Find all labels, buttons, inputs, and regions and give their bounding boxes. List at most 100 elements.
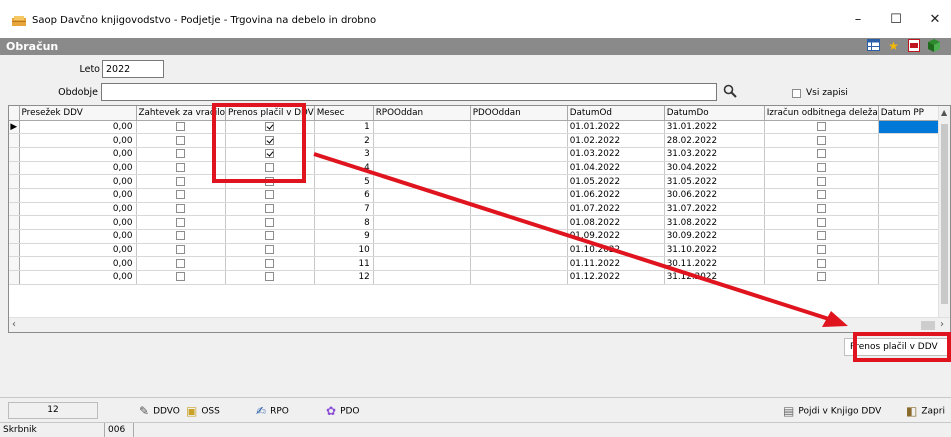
prenos-checkbox[interactable] bbox=[265, 203, 275, 213]
cell-prenos[interactable] bbox=[225, 270, 315, 285]
col-header[interactable]: Mesec bbox=[314, 106, 374, 121]
cell-presezek[interactable]: 0,00 bbox=[19, 229, 137, 244]
cell-zahtevek[interactable] bbox=[136, 215, 226, 230]
cell-presezek[interactable]: 0,00 bbox=[19, 243, 137, 258]
cell-pdooddan[interactable] bbox=[470, 133, 568, 148]
izracun-checkbox[interactable] bbox=[816, 231, 826, 241]
cell-datumod[interactable]: 01.03.2022 bbox=[567, 147, 665, 162]
row-indicator[interactable] bbox=[9, 174, 20, 189]
cell-pdooddan[interactable] bbox=[470, 202, 568, 217]
table-row[interactable]: 0,00 4 01.04.2022 30.04.2022 bbox=[9, 161, 946, 176]
cell-datumpp[interactable] bbox=[878, 229, 946, 244]
cell-pdooddan[interactable] bbox=[470, 188, 568, 203]
cell-presezek[interactable]: 0,00 bbox=[19, 161, 137, 176]
col-header[interactable]: PDOOddan bbox=[470, 106, 568, 121]
prenos-checkbox[interactable] bbox=[265, 190, 275, 200]
exit-icon[interactable] bbox=[926, 39, 941, 53]
cell-mesec[interactable]: 6 bbox=[314, 188, 374, 203]
cell-datumpp[interactable] bbox=[878, 243, 946, 258]
row-indicator[interactable]: ▶ bbox=[9, 120, 20, 135]
row-indicator[interactable] bbox=[9, 215, 20, 230]
grid-icon[interactable] bbox=[866, 39, 881, 53]
cell-mesec[interactable]: 11 bbox=[314, 256, 374, 272]
maximize-icon[interactable]: ☐ bbox=[886, 10, 906, 30]
cell-mesec[interactable]: 4 bbox=[314, 161, 374, 176]
table-row[interactable]: 0,00 8 01.08.2022 31.08.2022 bbox=[9, 215, 946, 230]
cell-rpooddan[interactable] bbox=[373, 243, 471, 258]
scroll-right-icon[interactable]: › bbox=[940, 319, 944, 330]
horizontal-scroll-thumb[interactable] bbox=[921, 321, 935, 330]
cell-datumdo[interactable]: 28.02.2022 bbox=[664, 133, 765, 148]
cell-datumpp[interactable] bbox=[878, 120, 946, 135]
cell-mesec[interactable]: 3 bbox=[314, 147, 374, 162]
cell-rpooddan[interactable] bbox=[373, 256, 471, 272]
cell-rpooddan[interactable] bbox=[373, 174, 471, 189]
zahtevek-checkbox[interactable] bbox=[176, 162, 186, 172]
izracun-checkbox[interactable] bbox=[816, 190, 826, 200]
cell-datumpp[interactable] bbox=[878, 174, 946, 189]
cell-rpooddan[interactable] bbox=[373, 215, 471, 230]
prenos-checkbox[interactable] bbox=[265, 217, 275, 227]
cell-rpooddan[interactable] bbox=[373, 133, 471, 148]
izracun-checkbox[interactable] bbox=[816, 272, 826, 282]
cell-rpooddan[interactable] bbox=[373, 202, 471, 217]
cell-pdooddan[interactable] bbox=[470, 161, 568, 176]
cell-zahtevek[interactable] bbox=[136, 270, 226, 285]
cell-pdooddan[interactable] bbox=[470, 270, 568, 285]
cell-izracun[interactable] bbox=[764, 215, 879, 230]
row-indicator[interactable] bbox=[9, 133, 20, 148]
col-header[interactable]: Presežek DDV bbox=[19, 106, 137, 121]
go-to-ddv-book-button[interactable]: ▤ Pojdi v Knjigo DDV bbox=[783, 403, 881, 419]
zahtevek-checkbox[interactable] bbox=[176, 149, 186, 159]
rpo-button[interactable]: ✍ RPO bbox=[256, 403, 289, 419]
vertical-scrollbar[interactable]: ▲ bbox=[938, 106, 950, 318]
cell-datumdo[interactable]: 31.05.2022 bbox=[664, 174, 765, 189]
cell-datumpp[interactable] bbox=[878, 215, 946, 230]
cell-datumdo[interactable]: 31.01.2022 bbox=[664, 120, 765, 135]
cell-datumod[interactable]: 01.10.2022 bbox=[567, 243, 665, 258]
cell-datumdo[interactable]: 31.12.2022 bbox=[664, 270, 765, 285]
oss-button[interactable]: ▣ OSS bbox=[186, 403, 220, 419]
cell-datumpp[interactable] bbox=[878, 270, 946, 285]
izracun-checkbox[interactable] bbox=[816, 121, 826, 131]
all-records-checkbox[interactable] bbox=[792, 89, 801, 98]
table-row[interactable]: 0,00 2 01.02.2022 28.02.2022 bbox=[9, 133, 946, 148]
zahtevek-checkbox[interactable] bbox=[176, 217, 186, 227]
cell-mesec[interactable]: 5 bbox=[314, 174, 374, 189]
ddvo-button[interactable]: ✎ DDVO bbox=[139, 403, 180, 419]
cell-prenos[interactable] bbox=[225, 215, 315, 230]
cell-datumpp[interactable] bbox=[878, 133, 946, 148]
zahtevek-checkbox[interactable] bbox=[176, 272, 186, 282]
cell-pdooddan[interactable] bbox=[470, 243, 568, 258]
cell-pdooddan[interactable] bbox=[470, 174, 568, 189]
zahtevek-checkbox[interactable] bbox=[176, 190, 186, 200]
row-indicator[interactable] bbox=[9, 188, 20, 203]
cell-presezek[interactable]: 0,00 bbox=[19, 202, 137, 217]
pdo-button[interactable]: ✿ PDO bbox=[326, 403, 360, 419]
cell-datumdo[interactable]: 31.10.2022 bbox=[664, 243, 765, 258]
close-button[interactable]: ◧ Zapri bbox=[906, 403, 945, 419]
year-input[interactable] bbox=[102, 60, 164, 78]
cell-mesec[interactable]: 12 bbox=[314, 270, 374, 285]
cell-zahtevek[interactable] bbox=[136, 229, 226, 244]
cell-rpooddan[interactable] bbox=[373, 147, 471, 162]
cell-prenos[interactable] bbox=[225, 256, 315, 272]
cell-datumpp[interactable] bbox=[878, 256, 946, 272]
star-icon[interactable]: ★ bbox=[886, 39, 901, 53]
cell-presezek[interactable]: 0,00 bbox=[19, 270, 137, 285]
row-indicator[interactable] bbox=[9, 256, 20, 272]
cell-zahtevek[interactable] bbox=[136, 256, 226, 272]
zahtevek-checkbox[interactable] bbox=[176, 135, 186, 145]
prenos-checkbox[interactable] bbox=[265, 245, 275, 255]
cell-rpooddan[interactable] bbox=[373, 161, 471, 176]
col-header[interactable]: DatumOd bbox=[567, 106, 665, 121]
cell-presezek[interactable]: 0,00 bbox=[19, 120, 137, 135]
pdf-icon[interactable] bbox=[906, 39, 921, 53]
cell-pdooddan[interactable] bbox=[470, 256, 568, 272]
izracun-checkbox[interactable] bbox=[816, 245, 826, 255]
cell-datumdo[interactable]: 30.04.2022 bbox=[664, 161, 765, 176]
izracun-checkbox[interactable] bbox=[816, 135, 826, 145]
cell-presezek[interactable]: 0,00 bbox=[19, 215, 137, 230]
izracun-checkbox[interactable] bbox=[816, 149, 826, 159]
izracun-checkbox[interactable] bbox=[816, 162, 826, 172]
